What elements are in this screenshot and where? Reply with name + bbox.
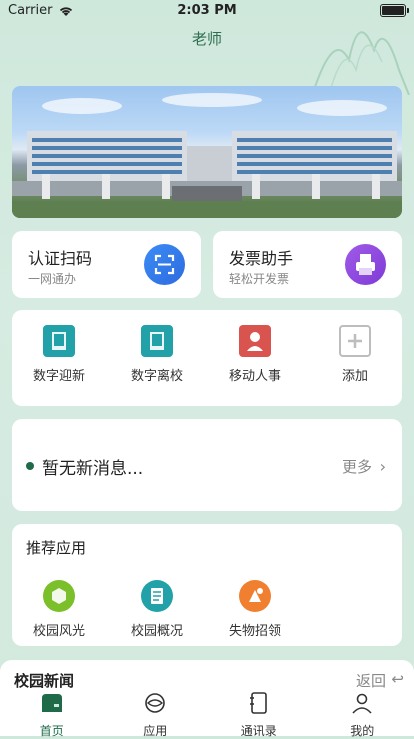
book-icon	[43, 325, 75, 357]
cube-icon	[43, 580, 75, 612]
tab-label: 通讯录	[207, 722, 311, 739]
document-icon	[141, 580, 173, 612]
app-add[interactable]: 添加	[315, 325, 395, 384]
tab-contacts[interactable]: 通讯录	[207, 690, 311, 736]
quick-action-invoice[interactable]: 发票助手 轻松开发票	[213, 231, 402, 298]
tab-home[interactable]: 首页	[0, 690, 104, 736]
quick-action-title: 认证扫码	[28, 245, 92, 269]
app-label: 数字迎新	[19, 365, 99, 384]
section-title: 推荐应用	[26, 537, 86, 558]
plus-icon	[339, 325, 371, 357]
page-title: 老师	[0, 28, 414, 49]
gift-icon	[239, 580, 271, 612]
more-link[interactable]: 更多	[342, 456, 372, 477]
tab-profile[interactable]: 我的	[311, 690, 414, 736]
notice-dot	[26, 462, 34, 470]
back-button[interactable]: 返回	[356, 670, 386, 691]
rec-app-label: 失物招领	[215, 620, 295, 639]
rec-app-campus-scenery[interactable]: 校园风光	[19, 580, 99, 639]
app-digital-leave[interactable]: 数字离校	[117, 325, 197, 384]
rec-app-label: 校园概况	[117, 620, 197, 639]
campus-building-illustration	[12, 86, 402, 218]
quick-action-title: 发票助手	[229, 245, 293, 269]
quick-action-scan[interactable]: 认证扫码 一网通办	[12, 231, 201, 298]
book-icon	[141, 325, 173, 357]
app-label: 数字离校	[117, 365, 197, 384]
tab-label: 首页	[0, 722, 104, 739]
chevron-right-icon[interactable]: ›	[380, 457, 386, 476]
recommended-apps: 推荐应用 校园风光 校园概况 失物招领	[12, 524, 402, 646]
app-digital-welcome[interactable]: 数字迎新	[19, 325, 99, 384]
notice-text: 暂无新消息...	[42, 454, 143, 479]
tab-bar: 首页 应用 通讯录 我的	[0, 690, 414, 736]
app-label: 移动人事	[215, 365, 295, 384]
person-icon	[239, 325, 271, 357]
campus-banner-image[interactable]	[12, 86, 402, 218]
tab-label: 应用	[104, 722, 208, 739]
apps-grid: 数字迎新 数字离校 移动人事 添加	[12, 310, 402, 406]
tab-apps[interactable]: 应用	[104, 690, 208, 736]
app-icon	[143, 692, 167, 714]
printer-icon	[345, 244, 386, 285]
profile-icon	[350, 692, 374, 714]
app-mobile-hr[interactable]: 移动人事	[215, 325, 295, 384]
home-icon	[40, 692, 64, 714]
rec-app-campus-overview[interactable]: 校园概况	[117, 580, 197, 639]
news-title: 校园新闻	[14, 670, 74, 691]
app-label: 添加	[315, 365, 395, 384]
contacts-icon	[247, 692, 271, 714]
notice-card[interactable]: 暂无新消息... 更多 ›	[12, 419, 402, 511]
tab-label: 我的	[311, 722, 414, 739]
rec-app-lost-found[interactable]: 失物招领	[215, 580, 295, 639]
return-icon[interactable]: ↩	[391, 670, 404, 688]
rec-app-label: 校园风光	[19, 620, 99, 639]
quick-action-subtitle: 一网通办	[28, 270, 76, 287]
scan-icon	[144, 244, 185, 285]
quick-action-subtitle: 轻松开发票	[229, 270, 289, 287]
